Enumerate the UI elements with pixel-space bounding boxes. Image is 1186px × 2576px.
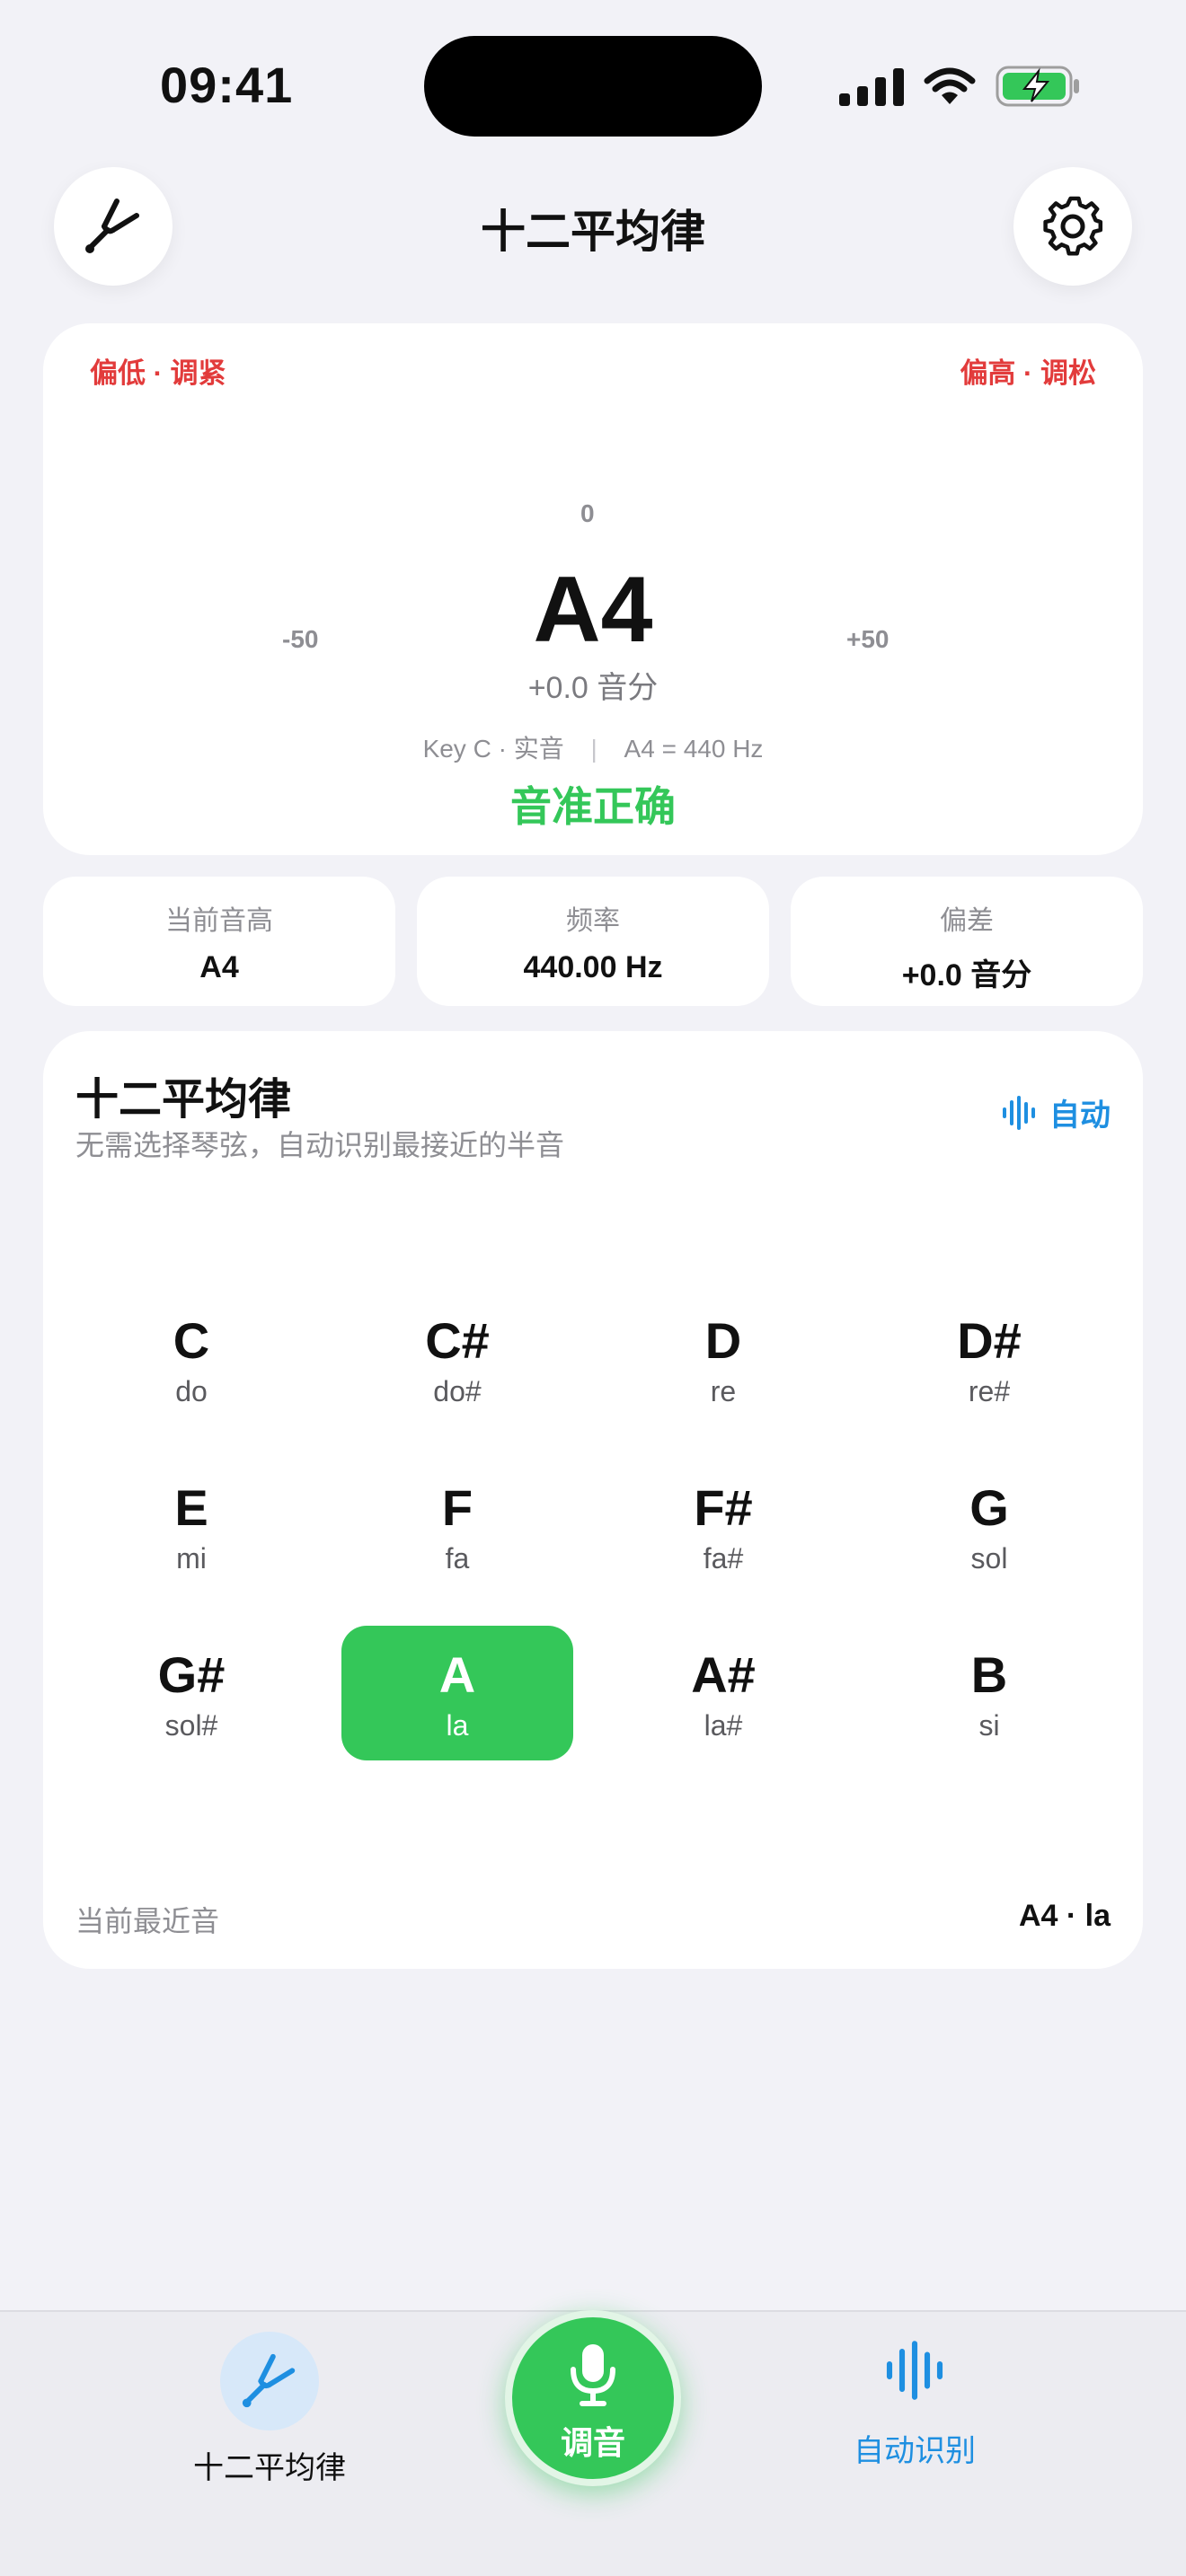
waveform-icon [886,2341,943,2400]
wifi-icon [924,67,976,104]
note-solfege: re [710,1375,737,1407]
tab-icon-background [220,2332,319,2430]
note-solfege: fa [445,1542,470,1575]
stat-deviation: 偏差 +0.0 音分 [791,877,1143,1006]
tuning-fork-icon [242,2353,296,2408]
nearest-note-value: A4 · la [1018,1899,1111,1933]
notes-panel-title: 十二平均律 [75,1076,292,1124]
tuning-needle [579,353,607,445]
note-solfege: sol [970,1542,1008,1575]
auto-mode-label: 自动 [1049,1098,1111,1133]
tuning-meta: Key C · 实音 | A4 = 440 Hz [43,729,1143,765]
status-icons [839,59,1082,113]
stat-label: 当前音高 [165,906,273,936]
settings-button[interactable] [1013,167,1132,286]
notes-panel-subtitle: 无需选择琴弦，自动识别最接近的半音 [75,1129,565,1161]
scale-zero-label: 0 [580,499,595,527]
note-f-sharp[interactable]: F# fa# [607,1459,839,1593]
note-solfege: fa# [703,1542,744,1575]
tuning-status: 音准正确 [510,783,676,830]
note-name: A [438,1646,476,1703]
note-solfege: la [446,1709,469,1742]
note-a[interactable]: Ala [341,1626,573,1760]
microphone-icon [571,2344,615,2406]
stat-value: +0.0 音分 [901,958,1032,992]
dynamic-island [424,36,762,137]
tuning-gauge-card: 偏低 · 调紧 偏高 · 调松 0 -50 +50 A4 +0.0 音分 Key… [43,323,1143,855]
note-solfege: do# [433,1375,482,1407]
tune-mic-button[interactable]: 调音 [505,2310,681,2486]
note-solfege: mi [176,1542,207,1575]
note-name: A# [691,1646,756,1703]
note-c[interactable]: Cdo [75,1292,307,1426]
note-solfege: sol# [164,1709,218,1742]
note-f[interactable]: Ffa [341,1459,573,1593]
note-name: C [173,1312,210,1369]
note-g-sharp[interactable]: G# sol# [75,1626,307,1760]
note-name: G# [157,1646,226,1703]
gear-icon [1043,196,1103,256]
tune-mic-label: 调音 [560,2424,625,2461]
stat-value: A4 [199,950,239,984]
note-d[interactable]: Dre [607,1292,839,1426]
nearest-note-label: 当前最近音 [75,1905,220,1937]
note-b[interactable]: Bsi [873,1626,1105,1760]
stat-frequency: 频率 440.00 Hz [417,877,769,1006]
meta-separator: | [590,735,597,763]
note-name: G [969,1479,1009,1536]
stat-label: 偏差 [940,906,994,936]
note-e[interactable]: Emi [75,1459,307,1593]
tab-label: 自动识别 [854,2434,976,2468]
page-title: 十二平均律 [481,207,705,257]
battery-charging-icon [996,66,1079,107]
note-c-sharp[interactable]: C# do# [341,1292,573,1426]
key-info: Key C · 实音 [422,735,564,763]
notes-panel: 十二平均律 无需选择琴弦，自动识别最接近的半音 自动 Cdo C# do# Dre D#… [43,1031,1143,1969]
stat-label: 频率 [566,906,620,936]
note-name: F# [694,1479,753,1536]
note-solfege: do [175,1375,208,1407]
cellular-signal-icon [839,66,904,106]
note-name: D# [957,1312,1022,1369]
tuner-screen: 09:41 十二平均律 偏低 · 调紧 偏高 · 调松 0 -50 +50 A4… [0,0,1186,2576]
cents-offset: +0.0 音分 [527,671,659,705]
stat-current-pitch: 当前音高 A4 [43,877,395,1006]
detected-note: A4 [533,558,653,662]
tab-auto-detect[interactable]: 自动识别 [825,2339,1005,2470]
note-solfege: la# [704,1709,743,1742]
note-name: C# [425,1312,490,1369]
auto-mode-toggle[interactable]: 自动 [1001,1090,1111,1134]
note-d-sharp[interactable]: D# re# [873,1292,1105,1426]
status-time: 09:41 [160,57,294,113]
note-name: D [704,1312,742,1369]
stat-value: 440.00 Hz [523,950,663,984]
waveform-icon [1003,1095,1035,1130]
note-g[interactable]: Gsol [873,1459,1105,1593]
note-name: F [441,1479,474,1536]
tab-label: 十二平均律 [193,2451,346,2485]
tab-equal-temperament[interactable]: 十二平均律 [180,2332,359,2487]
note-solfege: re# [968,1375,1011,1407]
note-a-sharp[interactable]: A# la# [607,1626,839,1760]
reference-pitch: A4 = 440 Hz [624,735,764,763]
note-solfege: si [978,1709,1000,1742]
note-name: E [174,1479,208,1536]
note-name: B [970,1646,1008,1703]
